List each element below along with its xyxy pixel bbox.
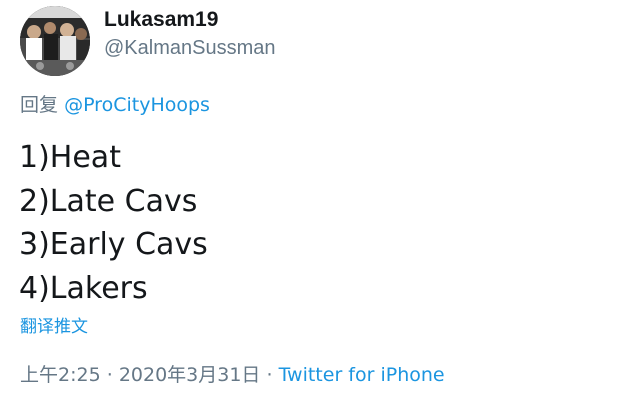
author-display-name[interactable]: Lukasam19 [104, 8, 218, 32]
tweet-metadata: 上午2:25 · 2020年3月31日 · Twitter for iPhone [20, 362, 445, 388]
meta-separator: · [106, 364, 113, 386]
reply-prefix: 回复 [20, 94, 59, 116]
tweet-source-link[interactable]: Twitter for iPhone [279, 364, 445, 386]
tweet-date[interactable]: 2020年3月31日 [119, 364, 261, 386]
tweet-line: 3)Early Cavs [19, 227, 208, 262]
tweet-line: 2)Late Cavs [19, 183, 198, 219]
avatar[interactable] [20, 6, 90, 76]
tweet-line: 1)Heat [19, 140, 121, 175]
tweet-text: 1)Heat 2)Late Cavs 3)Early Cavs 4)Lakers [19, 136, 208, 310]
reply-target-link[interactable]: @ProCityHoops [64, 94, 210, 116]
reply-context: 回复 @ProCityHoops [20, 93, 210, 117]
tweet-time[interactable]: 上午2:25 [20, 364, 101, 386]
author-handle[interactable]: @KalmanSussman [104, 36, 275, 60]
meta-separator: · [266, 364, 273, 386]
translate-tweet-link[interactable]: 翻译推文 [20, 315, 88, 339]
tweet-line: 4)Lakers [19, 270, 148, 306]
avatar-photo [20, 6, 90, 76]
